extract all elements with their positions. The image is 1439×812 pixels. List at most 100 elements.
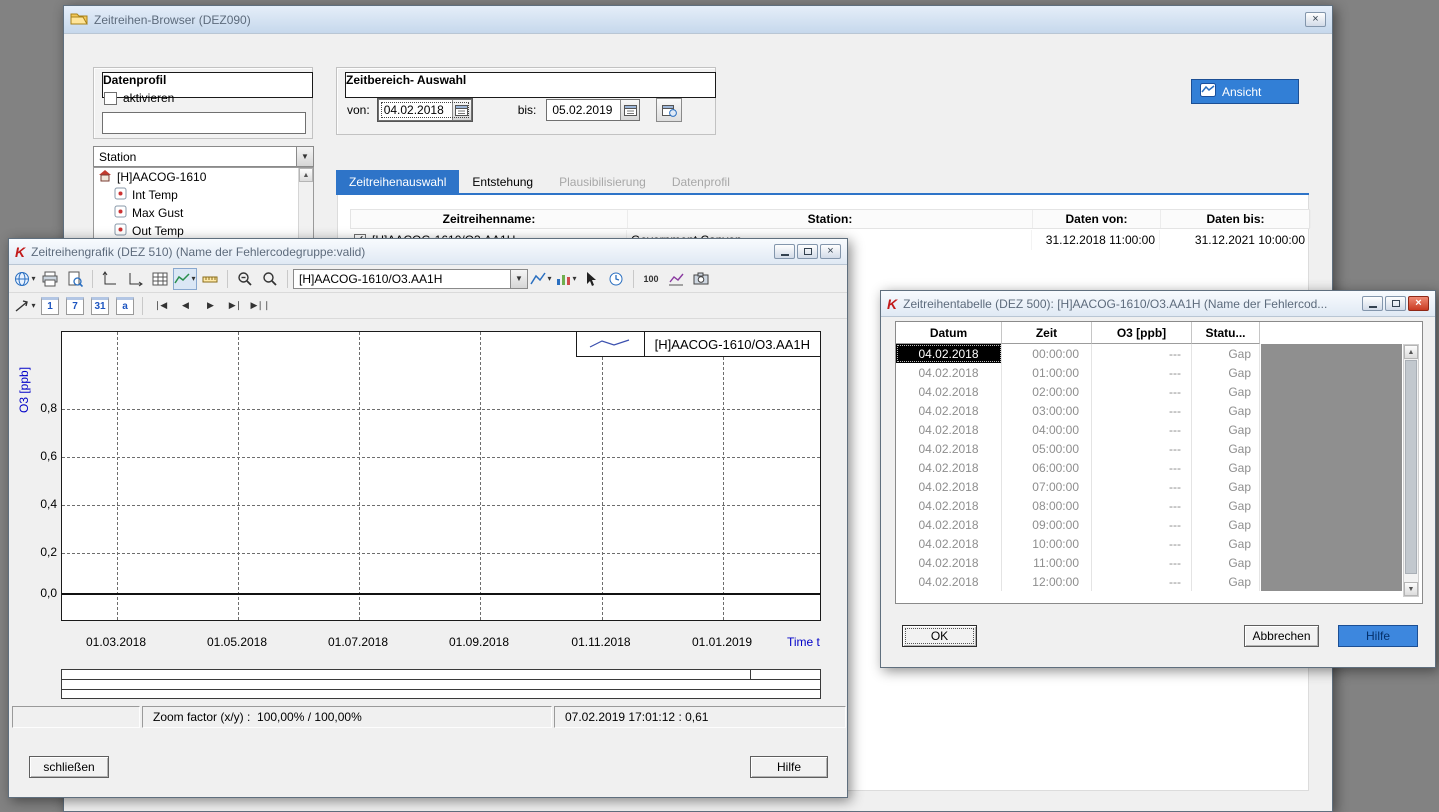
x-axis-label: Time t: [787, 635, 820, 649]
browser-titlebar[interactable]: Zeitreihen-Browser (DEZ090) ×: [64, 6, 1332, 34]
measure-arrow-icon[interactable]: ▾: [13, 295, 37, 317]
nav-prev-icon[interactable]: ◀: [173, 295, 197, 317]
tree-item-int-temp[interactable]: Int Temp: [94, 186, 313, 204]
table-view-icon[interactable]: [148, 268, 172, 290]
refresh-time-icon[interactable]: [604, 268, 628, 290]
nav-last-icon[interactable]: ▶❘: [223, 295, 247, 317]
schliessen-button[interactable]: schließen: [29, 756, 109, 778]
close-icon[interactable]: ×: [1305, 12, 1326, 27]
calendar-icon[interactable]: [620, 100, 639, 120]
nav-first-icon[interactable]: ❘◀: [148, 295, 172, 317]
calendar-icon[interactable]: [452, 100, 471, 120]
table-row[interactable]: 04.02.2018 12:00:00 --- Gap: [896, 572, 1260, 591]
datenprofil-input[interactable]: [102, 112, 306, 134]
table-row[interactable]: 04.02.2018 01:00:00 --- Gap: [896, 363, 1260, 382]
table-row[interactable]: 04.02.2018 03:00:00 --- Gap: [896, 401, 1260, 420]
scale-icon[interactable]: [198, 268, 222, 290]
scroll-down-icon[interactable]: ▼: [1404, 582, 1418, 596]
table-row[interactable]: 04.02.2018 08:00:00 --- Gap: [896, 496, 1260, 515]
values-table: Datum Zeit O3 [ppb] Statu... 04.02.2018 …: [895, 321, 1423, 604]
close-icon[interactable]: ×: [1408, 296, 1429, 311]
close-icon[interactable]: ×: [820, 244, 841, 259]
zoom-100-icon[interactable]: 100: [639, 268, 663, 290]
time-overview-bar[interactable]: [61, 669, 821, 699]
table-row[interactable]: 04.02.2018 05:00:00 --- Gap: [896, 439, 1260, 458]
app-logo-icon: K: [887, 296, 897, 312]
col-zeitreihenname: Zeitreihenname:: [351, 210, 628, 228]
x-axis-icon[interactable]: [123, 268, 147, 290]
abbrechen-button[interactable]: Abbrechen: [1244, 625, 1319, 647]
month-button[interactable]: 31: [88, 295, 112, 317]
scroll-up-icon[interactable]: ▲: [1404, 345, 1418, 359]
tree-root-item[interactable]: [H]AACOG-1610: [94, 168, 313, 186]
tab-entstehung[interactable]: Entstehung: [459, 170, 546, 193]
zoom-reset-icon[interactable]: [258, 268, 282, 290]
series-combobox[interactable]: [H]AACOG-1610/O3.AA1H ▼: [293, 269, 528, 289]
tab-datenprofil[interactable]: Datenprofil: [659, 170, 743, 193]
station-combobox[interactable]: Station ▼: [93, 146, 314, 167]
web-export-icon[interactable]: ▾: [13, 268, 37, 290]
app-logo-icon: K: [15, 244, 25, 260]
tab-zeitreihenauswahl[interactable]: Zeitreihenauswahl: [336, 170, 459, 193]
scroll-thumb[interactable]: [1405, 360, 1417, 574]
x-tick: 01.01.2019: [677, 635, 767, 649]
print-preview-icon[interactable]: [63, 268, 87, 290]
minimize-icon[interactable]: [774, 244, 795, 259]
bis-date-field[interactable]: 05.02.2019: [546, 99, 640, 121]
legend-label: [H]AACOG-1610/O3.AA1H: [645, 332, 820, 356]
scroll-up-icon[interactable]: ▲: [299, 168, 313, 182]
ansicht-button[interactable]: Ansicht: [1191, 79, 1299, 104]
table-row[interactable]: 04.02.2018 11:00:00 --- Gap: [896, 553, 1260, 572]
y-axis-icon[interactable]: [98, 268, 122, 290]
timeseries-table-window: K Zeitreihentabelle (DEZ 500): [H]AACOG-…: [880, 290, 1436, 668]
chart-style-icon[interactable]: ▾: [554, 268, 578, 290]
aktivieren-checkbox[interactable]: [104, 92, 117, 105]
pointer-icon[interactable]: [579, 268, 603, 290]
table-titlebar[interactable]: K Zeitreihentabelle (DEZ 500): [H]AACOG-…: [881, 291, 1435, 317]
chevron-down-icon[interactable]: ▼: [296, 147, 313, 166]
statistics-icon[interactable]: [664, 268, 688, 290]
datenprofil-groupbox: Datenprofil aktivieren: [93, 67, 313, 139]
y-tick: 0,4: [23, 497, 57, 511]
zoom-out-icon[interactable]: [233, 268, 257, 290]
plot-area[interactable]: [H]AACOG-1610/O3.AA1H: [61, 331, 821, 621]
maximize-icon[interactable]: [797, 244, 818, 259]
nav-end-icon[interactable]: ▶❘❘: [248, 295, 272, 317]
table-scrollbar[interactable]: ▲ ▼: [1403, 344, 1419, 597]
bis-label: bis:: [518, 103, 537, 117]
week-button[interactable]: 7: [63, 295, 87, 317]
chart-legend[interactable]: [H]AACOG-1610/O3.AA1H: [576, 331, 821, 357]
table-row[interactable]: 04.02.2018 09:00:00 --- Gap: [896, 515, 1260, 534]
camera-icon[interactable]: [689, 268, 713, 290]
x-tick: 01.09.2018: [434, 635, 524, 649]
table-row[interactable]: 04.02.2018 02:00:00 --- Gap: [896, 382, 1260, 401]
print-icon[interactable]: [38, 268, 62, 290]
tree-item-max-gust[interactable]: Max Gust: [94, 204, 313, 222]
chart-window: K Zeitreihengrafik (DEZ 510) (Name der F…: [8, 238, 848, 798]
hilfe-button[interactable]: Hilfe: [750, 756, 828, 778]
table-row[interactable]: 04.02.2018 10:00:00 --- Gap: [896, 534, 1260, 553]
x-tick: 01.05.2018: [192, 635, 282, 649]
year-button[interactable]: a: [113, 295, 137, 317]
day-button[interactable]: 1: [38, 295, 62, 317]
von-date-field[interactable]: 04.02.2018: [378, 99, 472, 121]
ok-button[interactable]: OK: [902, 625, 977, 647]
table-row[interactable]: 04.02.2018 00:00:00 --- Gap: [896, 344, 1260, 363]
chevron-down-icon[interactable]: ▼: [510, 270, 527, 288]
table-row[interactable]: 04.02.2018 04:00:00 --- Gap: [896, 420, 1260, 439]
maximize-icon[interactable]: [1385, 296, 1406, 311]
x-tick: 01.03.2018: [71, 635, 161, 649]
line-chart-icon[interactable]: ▾: [173, 268, 197, 290]
desktop: Zeitreihen-Browser (DEZ090) × Datenprofi…: [0, 0, 1439, 812]
nav-next-icon[interactable]: ▶: [198, 295, 222, 317]
table-row[interactable]: 04.02.2018 06:00:00 --- Gap: [896, 458, 1260, 477]
values-table-header: Datum Zeit O3 [ppb] Statu...: [896, 322, 1260, 344]
timerange-options-button[interactable]: [656, 98, 682, 122]
minimize-icon[interactable]: [1362, 296, 1383, 311]
chart-titlebar[interactable]: K Zeitreihengrafik (DEZ 510) (Name der F…: [9, 239, 847, 265]
table-row[interactable]: 04.02.2018 07:00:00 --- Gap: [896, 477, 1260, 496]
chart-type-icon[interactable]: ▾: [529, 268, 553, 290]
tab-plausibilisierung[interactable]: Plausibilisierung: [546, 170, 659, 193]
station-house-icon: [98, 169, 112, 185]
hilfe-button[interactable]: Hilfe: [1338, 625, 1418, 647]
